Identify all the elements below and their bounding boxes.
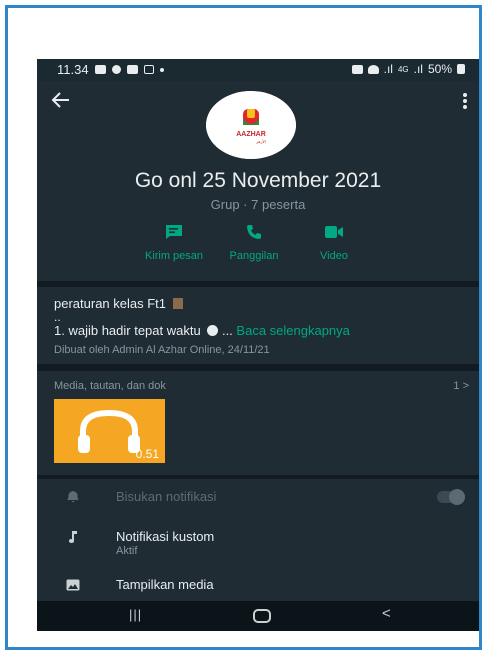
- show-media-label: Tampilkan media: [116, 577, 214, 592]
- al-azhar-logo: AAZHAR الأزهر: [206, 91, 296, 159]
- show-media-row[interactable]: Tampilkan media: [37, 569, 479, 599]
- description-line-2: ..: [54, 310, 61, 324]
- network-type: 4G: [397, 64, 409, 74]
- description-line-1: peraturan kelas Ft1: [54, 296, 183, 311]
- music-note-icon: [65, 529, 81, 545]
- video-icon: [289, 221, 379, 243]
- video-call-button[interactable]: Video: [289, 221, 379, 262]
- status-left: 11.34: [57, 62, 164, 77]
- mail-notification-icon: [126, 65, 138, 74]
- mute-notifications-row[interactable]: Bisukan notifikasi: [37, 481, 479, 511]
- custom-notifications-label: Notifikasi kustom: [116, 529, 215, 544]
- bell-icon: [65, 489, 81, 505]
- media-section-title[interactable]: Media, tautan, dan dok: [54, 380, 166, 392]
- message-notification-icon: [94, 65, 106, 74]
- recent-apps-button[interactable]: |||: [129, 607, 142, 622]
- mute-toggle[interactable]: [437, 489, 465, 505]
- more-notifications-icon: [159, 67, 164, 72]
- call-button[interactable]: Panggilan: [209, 221, 299, 262]
- media-count[interactable]: 1 >: [453, 380, 469, 392]
- signal-icon: .ıl: [383, 62, 393, 76]
- phone-icon: [209, 221, 299, 243]
- account-notification-icon: [111, 65, 121, 74]
- video-call-label: Video: [320, 250, 348, 262]
- android-nav-bar: ||| <: [37, 601, 479, 631]
- group-participants: Grup · 7 peserta: [210, 197, 306, 212]
- phone-screen: 11.34 .ıl 4G .ıl 50% AAZHAR الأزهر Go on…: [37, 59, 479, 631]
- media-section: Media, tautan, dan dok 1 > 0.51: [37, 371, 479, 475]
- read-more-link[interactable]: Baca selengkapnya: [236, 323, 349, 338]
- description-line-3: 1. wajib hadir tepat waktu ... Baca sele…: [54, 323, 350, 338]
- ellipsis: ...: [221, 323, 233, 338]
- status-right: .ıl 4G .ıl 50%: [351, 62, 465, 76]
- svg-text:AAZHAR: AAZHAR: [236, 131, 266, 138]
- more-vertical-icon[interactable]: [463, 93, 467, 109]
- signal-icon-2: .ıl: [413, 62, 423, 76]
- battery-level: 50%: [427, 62, 452, 76]
- message-icon: [129, 221, 219, 243]
- arrow-left-icon[interactable]: [51, 91, 73, 111]
- audio-duration: 0.51: [135, 447, 159, 461]
- send-message-label: Kirim pesan: [144, 250, 204, 262]
- action-buttons: Kirim pesan Panggilan Video: [129, 221, 389, 271]
- status-bar: 11.34 .ıl 4G .ıl 50%: [37, 59, 479, 81]
- group-description[interactable]: peraturan kelas Ft1 .. 1. wajib hadir te…: [37, 287, 479, 364]
- group-name: Go onl 25 November 2021: [134, 169, 382, 192]
- back-button[interactable]: <: [382, 605, 391, 622]
- image-icon: [65, 577, 81, 593]
- alarm-status-icon: [351, 64, 363, 74]
- audio-thumbnail[interactable]: 0.51: [54, 399, 165, 463]
- custom-notifications-status: Aktif: [116, 545, 138, 557]
- group-avatar[interactable]: AAZHAR الأزهر: [206, 91, 296, 159]
- home-button[interactable]: [253, 609, 271, 623]
- call-label: Panggilan: [229, 250, 279, 262]
- book-emoji-icon: [172, 298, 183, 309]
- svg-text:الأزهر: الأزهر: [255, 138, 266, 144]
- custom-notifications-row[interactable]: Notifikasi kustom Aktif: [37, 521, 479, 557]
- settings-section: Bisukan notifikasi Notifikasi kustom Akt…: [37, 479, 479, 601]
- description-text-3: 1. wajib hadir tepat waktu: [54, 323, 201, 338]
- status-time: 11.34: [57, 62, 89, 77]
- mute-notifications-label: Bisukan notifikasi: [116, 489, 217, 504]
- group-header: AAZHAR الأزهر Go onl 25 November 2021 Gr…: [37, 81, 479, 281]
- screenshot-frame: 11.34 .ıl 4G .ıl 50% AAZHAR الأزهر Go on…: [5, 5, 482, 650]
- description-created-by: Dibuat oleh Admin Al Azhar Online, 24/11…: [54, 344, 270, 356]
- clock-emoji-icon: [207, 325, 219, 336]
- battery-icon: [457, 64, 465, 74]
- send-message-button[interactable]: Kirim pesan: [129, 221, 219, 262]
- wifi-status-icon: [367, 64, 379, 74]
- description-text-1: peraturan kelas Ft1: [54, 296, 167, 311]
- home-notification-icon: [143, 65, 154, 74]
- arrow-left-glyph: [51, 92, 69, 108]
